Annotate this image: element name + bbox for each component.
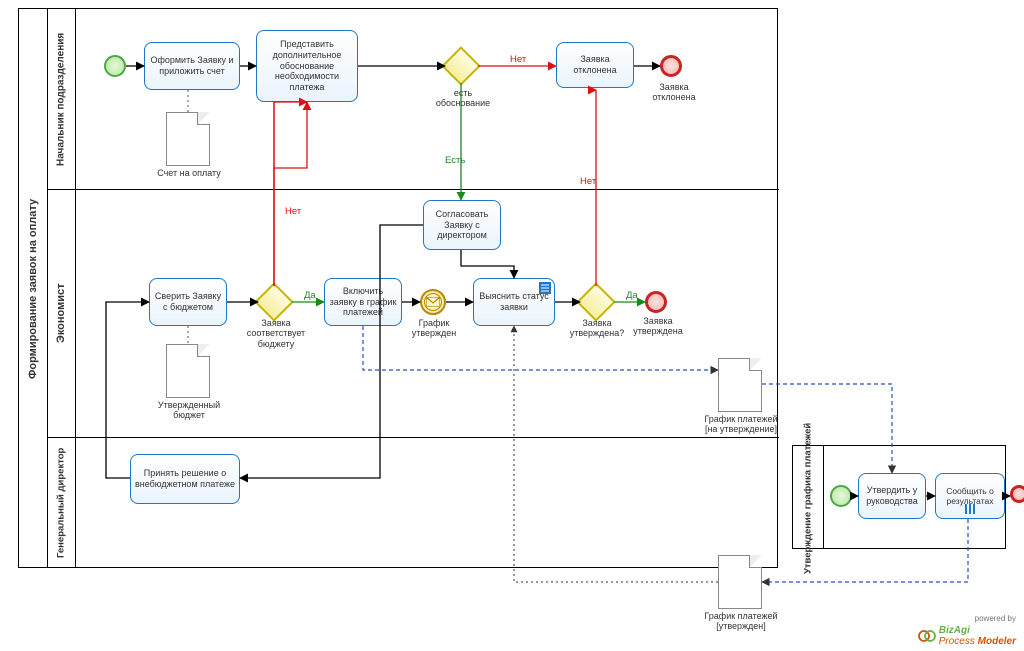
doc-label-budget: Утвержденный бюджет (148, 400, 230, 421)
gateway-label-2: Заявка соответствует бюджету (238, 318, 314, 349)
end-event-rejected (660, 55, 682, 77)
flow-label-est: Есть (445, 155, 465, 166)
end-event-2 (1010, 485, 1024, 503)
event-schedule-approved (420, 289, 446, 315)
activity-approve-mgmt: Утвердить у руководства (858, 473, 926, 519)
logo-text-3: Modeler (978, 636, 1016, 647)
doc-budget (166, 344, 210, 398)
gateway-label-1: есть обоснование (432, 88, 494, 109)
label: Принять решение о внебюджетном платеже (135, 468, 235, 490)
end-event-label-2: Заявка утверждена (628, 316, 688, 337)
label: Сверить Заявку с бюджетом (154, 291, 222, 313)
activity-include-schedule: Включить заявку в график платежей (324, 278, 402, 326)
activity-check-budget: Сверить Заявку с бюджетом (149, 278, 227, 326)
end-event-approved (645, 291, 667, 313)
logo-text-2: Process (939, 636, 978, 647)
label: Представить дополнительное обоснование н… (261, 39, 353, 93)
label: Оформить Заявку и приложить счет (149, 55, 235, 77)
event-label-msg: График утвержден (406, 318, 462, 339)
branding-logo: powered by BizAgi Process Modeler (918, 615, 1016, 647)
label: Утвердить у руководства (863, 485, 921, 507)
lane-border-1 (47, 189, 779, 190)
flow-label-no-2: Нет (285, 206, 301, 217)
logo-icon (918, 627, 936, 645)
lane-title-3: Генеральный директор (47, 437, 75, 569)
lane-title-1: Начальник подразделения (47, 9, 75, 189)
powered-by: powered by (918, 615, 1016, 624)
activity-agree-director: Согласовать Заявку с директором (423, 200, 501, 250)
activity-justify: Представить дополнительное обоснование н… (256, 30, 358, 102)
label: Заявка отклонена (561, 54, 629, 76)
flow-label-no-3: Нет (580, 176, 596, 187)
divider-pool2 (823, 446, 824, 548)
label: Выяснить статус заявки (478, 291, 550, 313)
activity-extra-budget-decision: Принять решение о внебюджетном платеже (130, 454, 240, 504)
flow-label-yes-g2: Да (304, 290, 316, 301)
logo-text-1: BizAgi (939, 625, 970, 636)
lane-title-2: Экономист (47, 189, 75, 437)
start-event-1 (104, 55, 126, 77)
start-event-2 (830, 485, 852, 507)
gateway-label-3: Заявка утверждена? (564, 318, 630, 339)
activity-create-request: Оформить Заявку и приложить счет (144, 42, 240, 90)
flow-label-no-1: Нет (510, 54, 526, 65)
subprocess-list-icon (539, 282, 551, 294)
pool2-title: Утверждение графика платежей (793, 446, 823, 550)
flow-label-yes-g3: Да (626, 290, 638, 301)
end-event-label-1: Заявка отклонена (648, 82, 700, 103)
doc-label-schedule-approved: График платежей [утвержден] (700, 611, 782, 632)
parallel-marker (964, 503, 976, 515)
doc-schedule-pending (718, 358, 762, 412)
activity-report-results: Сообщить о результатах (935, 473, 1005, 519)
divider-lane-title (75, 9, 76, 567)
pool-title: Формирование заявок на оплату (19, 9, 47, 569)
label: Согласовать Заявку с директором (428, 209, 496, 241)
doc-invoice (166, 112, 210, 166)
label: Включить заявку в график платежей (329, 286, 397, 318)
doc-label-invoice: Счет на оплату (148, 168, 230, 178)
lane-border-2 (47, 437, 779, 438)
doc-schedule-approved (718, 555, 762, 609)
activity-check-status: Выяснить статус заявки (473, 278, 555, 326)
activity-rejected: Заявка отклонена (556, 42, 634, 88)
doc-label-schedule-pending: График платежей [на утверждение] (700, 414, 782, 435)
